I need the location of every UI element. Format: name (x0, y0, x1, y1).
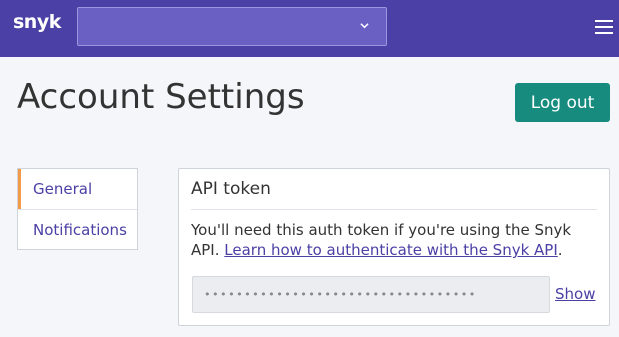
api-token-field[interactable]: •••••••••••••••••••••••••••••••••• (192, 276, 550, 313)
top-navigation-bar: snyk (0, 0, 619, 57)
description-suffix: . (557, 241, 563, 259)
api-token-panel: API token You'll need this auth token if… (178, 168, 610, 326)
authenticate-docs-link[interactable]: Learn how to authenticate with the Snyk … (224, 241, 558, 259)
panel-divider (191, 209, 597, 210)
organization-select[interactable] (77, 7, 387, 46)
sidebar-item-general[interactable]: General (18, 169, 137, 209)
chevron-down-icon (360, 23, 369, 29)
show-token-link[interactable]: Show (555, 285, 595, 303)
hamburger-icon[interactable] (595, 20, 613, 34)
log-out-button[interactable]: Log out (515, 83, 610, 122)
api-token-description: You'll need this auth token if you're us… (191, 220, 601, 260)
snyk-logo[interactable]: snyk (13, 11, 61, 33)
page-title: Account Settings (17, 77, 305, 117)
api-token-title: API token (191, 179, 271, 199)
settings-side-nav: General Notifications (17, 168, 138, 250)
sidebar-item-notifications[interactable]: Notifications (18, 209, 137, 249)
